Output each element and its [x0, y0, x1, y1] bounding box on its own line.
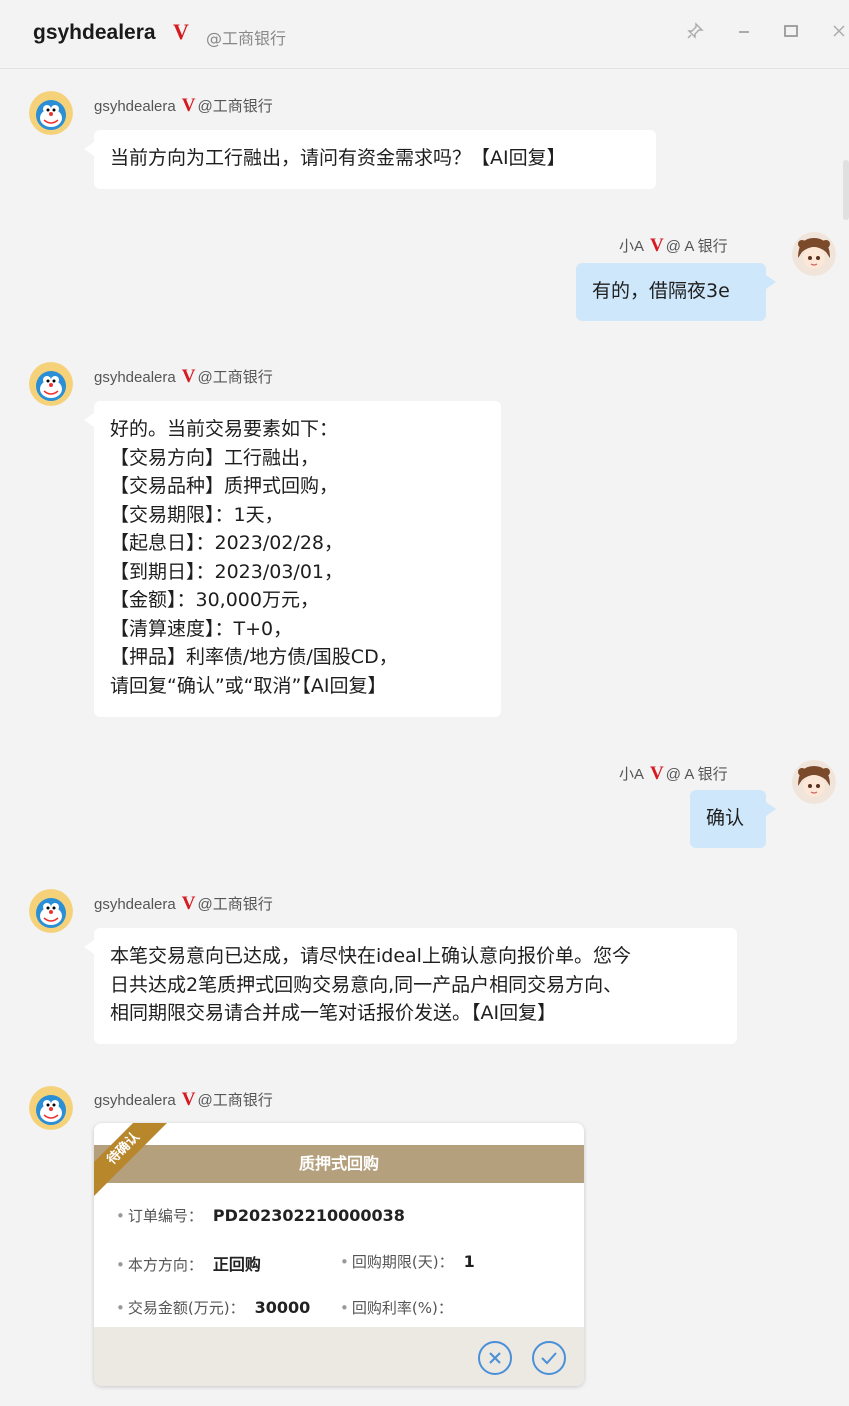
avatar[interactable]: [29, 362, 73, 406]
amount-field: • 交易金额(万元)： 30000: [116, 1298, 311, 1317]
pin-icon[interactable]: [684, 22, 706, 44]
rate-field: • 回购利率(%)：: [340, 1299, 453, 1317]
message-sender: gsyhdealera V @工商银行: [94, 893, 273, 914]
scrollbar[interactable]: [843, 160, 849, 220]
term-field: • 回购期限(天)： 1: [340, 1252, 475, 1271]
window-title: gsyhdealera: [33, 21, 156, 44]
verified-badge: V: [173, 19, 189, 44]
message-bubble-self: 确认: [690, 790, 776, 848]
message-sender: 小A V @ A 银行: [619, 763, 728, 784]
cancel-icon[interactable]: [478, 1341, 512, 1375]
direction-field: • 本方方向： 正回购: [116, 1255, 261, 1274]
message-sender: gsyhdealera V @工商银行: [94, 1089, 273, 1110]
message-sender: gsyhdealera V @工商银行: [94, 95, 273, 116]
close-icon[interactable]: [828, 22, 849, 44]
message-bubble-self: 有的，借隔夜3e: [576, 263, 776, 321]
order-number-field: • 订单编号： PD202302210000038: [116, 1206, 405, 1225]
avatar[interactable]: [792, 760, 836, 804]
title-bar: gsyhdealera V @工商银行: [0, 0, 849, 69]
avatar[interactable]: [29, 1086, 73, 1130]
message-bubble: 当前方向为工行融出，请问有资金需求吗？【AI回复】: [84, 130, 656, 189]
message-sender: gsyhdealera V @工商银行: [94, 366, 273, 387]
avatar[interactable]: [29, 91, 73, 135]
confirm-icon[interactable]: [532, 1341, 566, 1375]
avatar[interactable]: [29, 889, 73, 933]
message-bubble: 本笔交易意向已达成，请尽快在ideal上确认意向报价单。您今 日共达成2笔质押式…: [84, 928, 737, 1044]
window-org: @工商银行: [206, 29, 287, 48]
minimize-icon[interactable]: [733, 22, 755, 44]
message-sender: 小A V @ A 银行: [619, 235, 728, 256]
avatar[interactable]: [792, 232, 836, 276]
card-title: 质押式回购: [94, 1145, 584, 1183]
repo-order-card[interactable]: 质押式回购 待确认 • 订单编号： PD202302210000038 • 本方方向：…: [94, 1123, 584, 1386]
maximize-icon[interactable]: [780, 22, 802, 44]
message-bubble: 好的。当前交易要素如下： 【交易方向】工行融出， 【交易品种】质押式回购， 【交…: [84, 401, 501, 717]
